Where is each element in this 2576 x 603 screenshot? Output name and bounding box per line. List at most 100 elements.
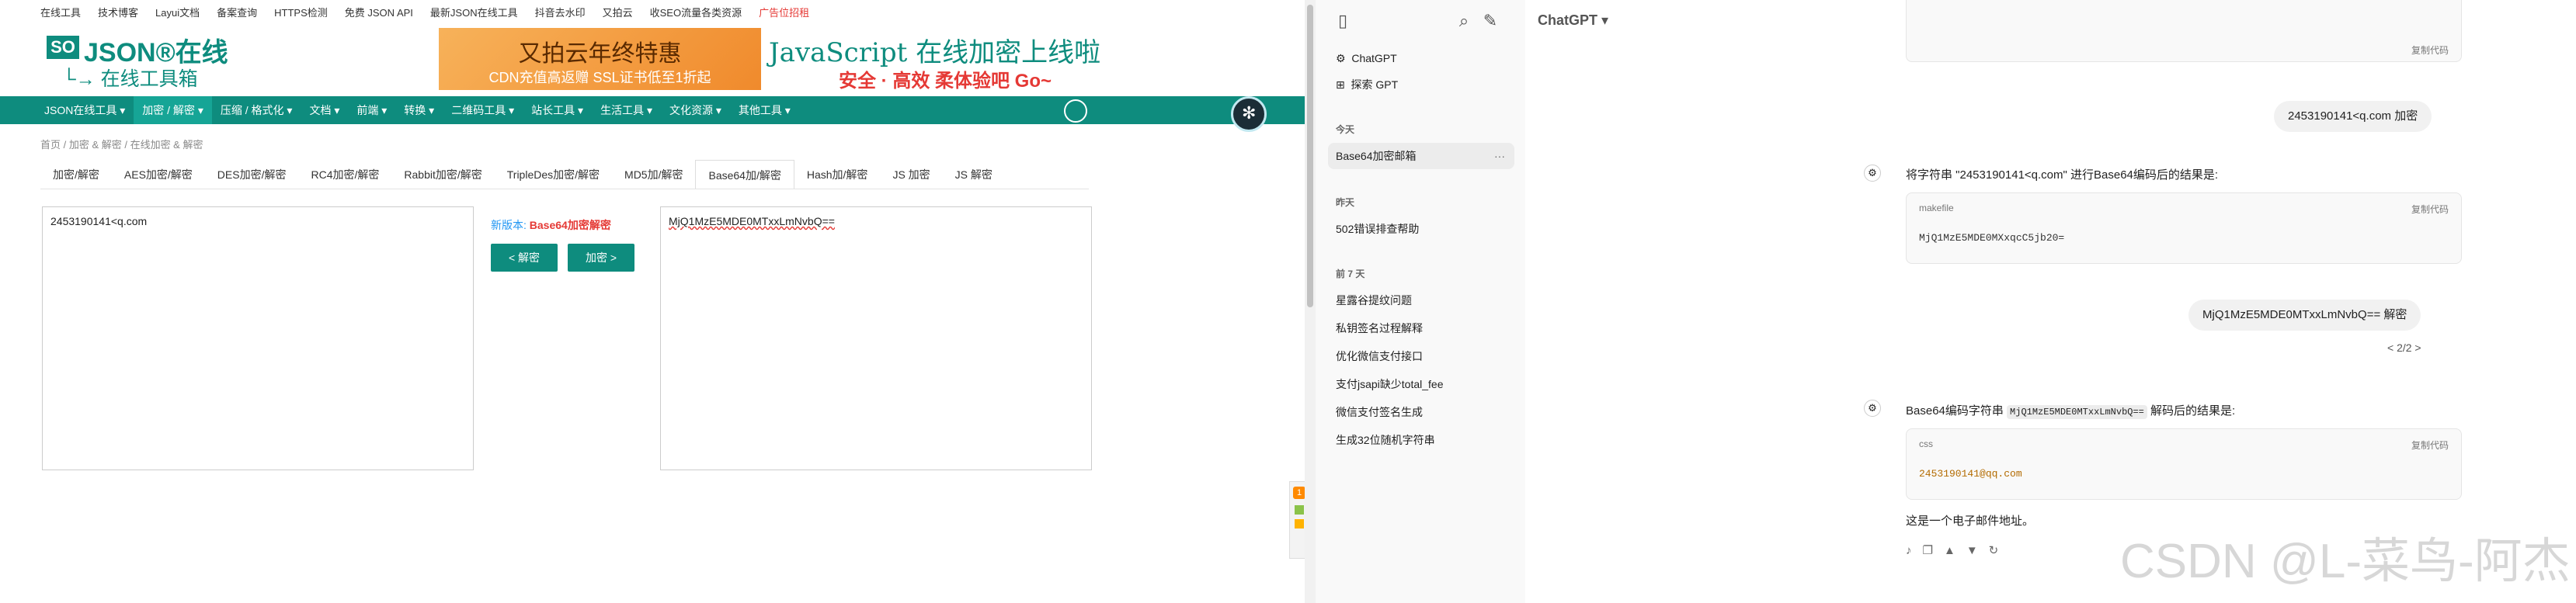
speaker-icon[interactable]: ♪: [1906, 544, 1923, 557]
page-scrollbar[interactable]: [1305, 0, 1316, 603]
code-block: css 复制代码 2453190141@qq.com: [1906, 428, 2462, 500]
copy-code-button[interactable]: 复制代码: [2411, 438, 2449, 452]
top-link[interactable]: 备案查询: [217, 5, 257, 20]
version-link[interactable]: Base64加密解密: [530, 219, 611, 231]
nav-item[interactable]: 前端 ▾: [348, 96, 395, 124]
model-selector[interactable]: ChatGPT ▾: [1538, 12, 1608, 29]
nav-item[interactable]: 转换 ▾: [395, 96, 443, 124]
code-block-prev: 复制代码: [1906, 0, 2462, 62]
tab-item[interactable]: 加密/解密: [40, 160, 112, 189]
regenerate-icon[interactable]: ↻: [1989, 544, 2010, 557]
nav-item[interactable]: JSON在线工具 ▾: [36, 96, 134, 124]
inline-code: MjQ1MzE5MDE0MTxxLmNvbQ==: [2007, 405, 2147, 419]
output-textarea[interactable]: MjQ1MzE5MDE0MTxxLmNvbQ==: [660, 206, 1092, 470]
nav-item[interactable]: 加密 / 解密 ▾: [134, 96, 212, 124]
tab-item[interactable]: MD5加/解密: [612, 160, 695, 189]
logo-subtitle: └→ 在线工具箱: [62, 68, 198, 90]
side-widget[interactable]: 1: [1289, 481, 1305, 559]
nav-item[interactable]: 文化资源 ▾: [661, 96, 730, 124]
tab-item[interactable]: DES加密/解密: [205, 160, 299, 189]
nav-item[interactable]: 生活工具 ▾: [592, 96, 661, 124]
chat-item-label: Base64加密邮箱: [1336, 150, 1417, 162]
encode-button[interactable]: 加密 >: [568, 244, 634, 272]
banner-title: JavaScript 在线加密上线啦: [769, 37, 1101, 68]
assistant-message: 这是一个电子邮件地址。: [1906, 515, 2035, 528]
promo-banner-js-encrypt[interactable]: JavaScript 在线加密上线啦 安全 · 高效 柔体验吧 Go~: [769, 28, 1100, 92]
nav-item[interactable]: 文档 ▾: [301, 96, 348, 124]
assistant-message: 将字符串 "2453190141<q.com" 进行Base64编码后的结果是:: [1906, 168, 2219, 182]
nav-item[interactable]: 二维码工具 ▾: [443, 96, 523, 124]
banner-subtitle: 安全 · 高效 柔体验吧 Go~: [839, 71, 1052, 92]
user-message: 2453190141<q.com 加密: [2274, 101, 2432, 132]
top-link[interactable]: 抖音去水印: [535, 5, 586, 20]
output-text: MjQ1MzE5MDE0MTxxLmNvbQ==: [669, 215, 835, 227]
top-link[interactable]: HTTPS检测: [274, 5, 328, 20]
copy-code-button[interactable]: 复制代码: [2411, 43, 2449, 57]
screen: 在线工具 技术博客 Layui文档 备案查询 HTTPS检测 免费 JSON API 最新J…: [0, 0, 2576, 603]
banner-title: 又拍云年终特惠: [518, 40, 682, 68]
thumbs-up-icon[interactable]: ▲: [1944, 544, 1966, 557]
top-link[interactable]: Layui文档: [155, 5, 200, 20]
code-block: makefile 复制代码 MjQ1MzE5MDE0MXxqcC5jb20=: [1906, 192, 2462, 264]
top-link[interactable]: 收SEO流量各类资源: [650, 5, 742, 20]
copy-icon[interactable]: ❐: [1923, 544, 1944, 557]
tab-item[interactable]: JS 解密: [943, 160, 1005, 189]
toggle-sidebar-icon[interactable]: ▯: [1333, 11, 1353, 31]
tab-item[interactable]: RC4加密/解密: [298, 160, 391, 189]
message-actions: ♪❐▲▼↻: [1906, 543, 2009, 557]
top-link[interactable]: 免费 JSON API: [345, 5, 413, 20]
tab-item[interactable]: JS 加密: [880, 160, 942, 189]
top-link[interactable]: 广告位招租: [759, 5, 809, 20]
chat-item[interactable]: 502错误排查帮助: [1328, 216, 1514, 242]
logo-box[interactable]: SO: [47, 36, 79, 59]
nav-items: JSON在线工具 ▾ 加密 / 解密 ▾ 压缩 / 格式化 ▾ 文档 ▾ 前端 ▾ 转换 …: [36, 96, 799, 124]
tool-tabs: 加密/解密 AES加密/解密 DES加密/解密 RC4加密/解密 Rabbit加密/解密…: [40, 160, 1005, 189]
main-nav: JSON在线工具 ▾ 加密 / 解密 ▾ 压缩 / 格式化 ▾ 文档 ▾ 前端 ▾ 转换 …: [0, 96, 1305, 124]
tab-item[interactable]: Hash加/解密: [794, 160, 881, 189]
chat-item[interactable]: 支付jsapi缺少total_fee: [1328, 371, 1514, 397]
nav-item[interactable]: 压缩 / 格式化 ▾: [212, 96, 301, 124]
chat-item-active[interactable]: Base64加密邮箱 ···: [1328, 143, 1514, 169]
sojson-page: 在线工具 技术博客 Layui文档 备案查询 HTTPS检测 免费 JSON API 最新J…: [0, 0, 1305, 603]
top-link[interactable]: 技术博客: [98, 5, 138, 20]
widget-green-icon: [1295, 505, 1304, 515]
sidebar-item-label: 探索 GPT: [1351, 78, 1399, 91]
chatgpt-sidebar: ▯ ⌕ ✎ ⚙ ChatGPT ⊞ 探索 GPT 今天 Base64加密邮箱 ··…: [1316, 0, 1525, 603]
scrollbar-thumb[interactable]: [1307, 5, 1313, 307]
nav-item[interactable]: 其他工具 ▾: [730, 96, 799, 124]
tab-item[interactable]: TripleDes加密/解密: [495, 160, 612, 189]
tab-item[interactable]: Base64加/解密: [695, 160, 794, 189]
assistant-avatar-icon: ⚙: [1864, 400, 1881, 417]
chat-item[interactable]: 优化微信支付接口: [1328, 343, 1514, 369]
tab-item[interactable]: Rabbit加密/解密: [391, 160, 494, 189]
section-today: 今天: [1336, 124, 1355, 135]
section-yesterday: 昨天: [1336, 197, 1355, 208]
chat-item[interactable]: 微信支付签名生成: [1328, 399, 1514, 425]
search-icon[interactable]: ⌕: [1454, 11, 1474, 31]
chat-item[interactable]: 私钥签名过程解释: [1328, 315, 1514, 341]
sidebar-item-explore-gpt[interactable]: ⊞ 探索 GPT: [1328, 71, 1514, 98]
top-link[interactable]: 又拍云: [603, 5, 633, 20]
chat-item[interactable]: 星露谷提纹问题: [1328, 287, 1514, 314]
code-content: 2453190141@qq.com: [1919, 468, 2022, 480]
promo-banner-upyun[interactable]: 又拍云年终特惠 CDN充值高返赠 SSL证书低至1折起: [439, 28, 761, 90]
search-icon[interactable]: [1064, 99, 1087, 123]
widget-yellow-icon: [1295, 519, 1304, 528]
grid-icon: ⊞: [1336, 78, 1345, 91]
top-link[interactable]: 最新JSON在线工具: [430, 5, 518, 20]
sidebar-item-chatgpt[interactable]: ⚙ ChatGPT: [1328, 45, 1514, 71]
nav-item[interactable]: 站长工具 ▾: [523, 96, 592, 124]
more-options-icon[interactable]: ···: [1494, 143, 1505, 169]
user-avatar[interactable]: ✻: [1231, 96, 1267, 132]
message-pager[interactable]: < 2/2 >: [2387, 341, 2421, 354]
new-chat-icon[interactable]: ✎: [1480, 11, 1500, 31]
input-textarea[interactable]: 2453190141<q.com: [42, 206, 474, 470]
tab-item[interactable]: AES加密/解密: [112, 160, 205, 189]
copy-code-button[interactable]: 复制代码: [2411, 203, 2449, 216]
banner-subtitle: CDN充值高返赠 SSL证书低至1折起: [488, 70, 711, 85]
chatgpt-main: ChatGPT ▾ 复制代码 2453190141<q.com 加密 ⚙ 将字符…: [1525, 0, 2576, 603]
decode-button[interactable]: < 解密: [491, 244, 558, 272]
chat-item[interactable]: 生成32位随机字符串: [1328, 427, 1514, 453]
thumbs-down-icon[interactable]: ▼: [1966, 544, 1989, 557]
top-link[interactable]: 在线工具: [40, 5, 81, 20]
